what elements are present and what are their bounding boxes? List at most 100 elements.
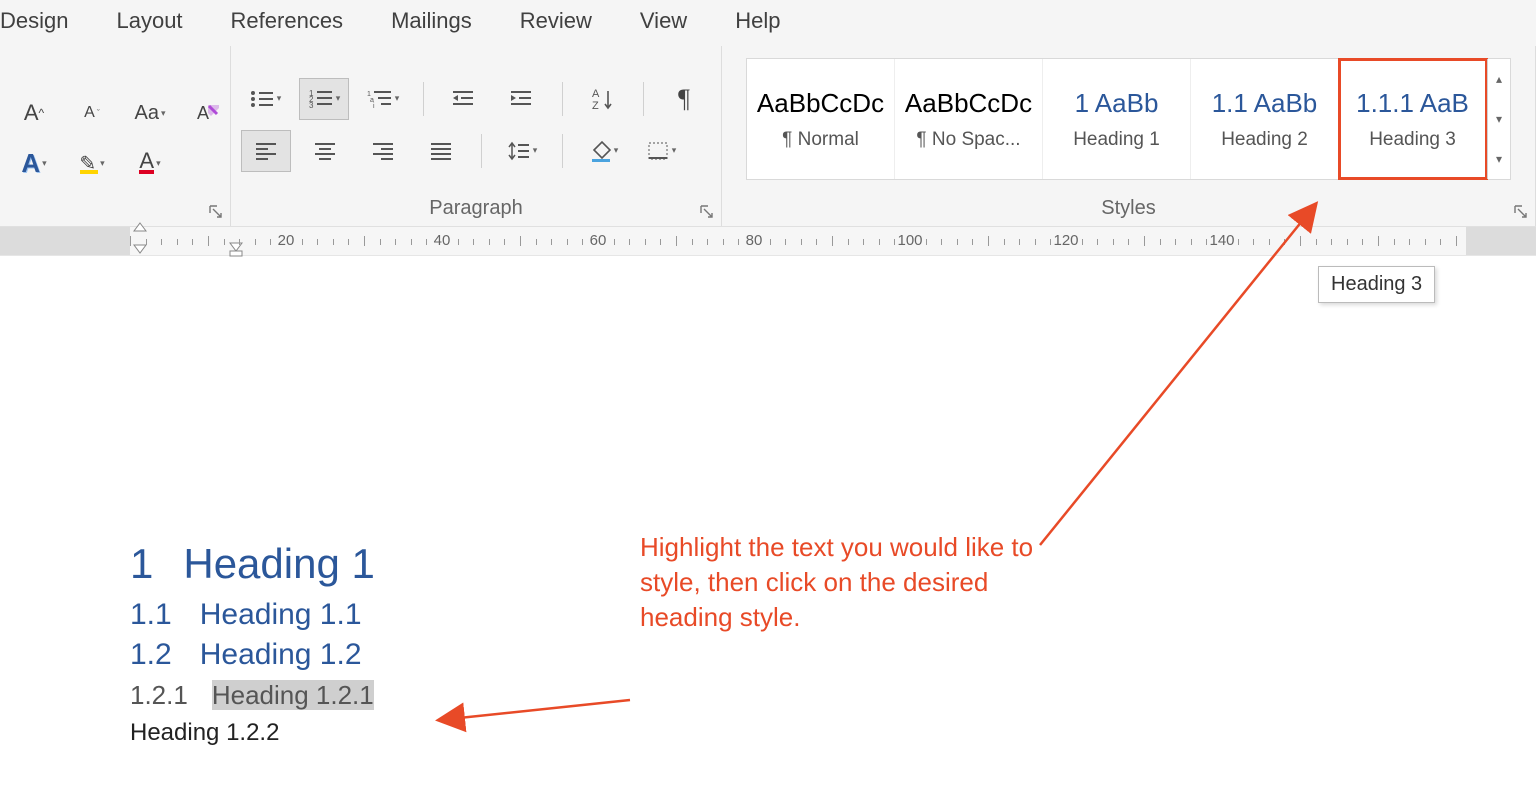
hanging-indent-marker-icon[interactable] [228,241,244,257]
tab-references[interactable]: References [231,8,344,34]
shrink-font-button[interactable]: Aˇ [68,93,116,133]
separator [423,82,424,116]
grow-font-button[interactable]: A^ [10,93,58,133]
font-color-button[interactable]: A▾ [126,143,174,183]
pilcrow-icon: ¶ [678,84,690,114]
style-name: Heading 1 [1073,129,1160,151]
group-font: A^ Aˇ Aa▾ A A▾ ✎▾ A▾ [0,46,231,226]
align-right-button[interactable] [359,131,407,171]
tab-review[interactable]: Review [520,8,592,34]
selected-text: Heading 1.2.1 [212,680,374,710]
ruler-number: 100 [897,232,922,249]
align-center-button[interactable] [301,131,349,171]
svg-text:A: A [592,88,600,100]
heading-number: 1.1 [130,598,172,631]
change-case-button[interactable]: Aa▾ [126,93,174,133]
style-preview: AaBbCcDc [905,88,1032,119]
numbering-icon: 123 [308,88,334,110]
styles-dialog-launcher-icon[interactable] [1513,204,1529,220]
styles-gallery-scroll: ▴ ▾ ▾ [1487,59,1510,179]
style-heading-3[interactable]: 1.1.1 AaB Heading 3 [1339,59,1487,179]
justify-button[interactable] [417,131,465,171]
align-right-icon [371,141,395,161]
justify-icon [429,141,453,161]
clear-formatting-button[interactable]: A [184,93,232,133]
indent-icon [509,88,535,110]
font-dialog-launcher-icon[interactable] [208,204,224,220]
style-normal[interactable]: AaBbCcDc ¶ Normal [747,59,895,179]
styles-group-label: Styles [732,197,1525,224]
ruler-number: 80 [746,232,763,249]
style-name: ¶ Normal [782,129,859,151]
bullets-icon [249,88,275,110]
heading-text: Heading 1.2 [200,638,362,671]
tab-help[interactable]: Help [735,8,780,34]
svg-text:Z: Z [592,100,599,111]
borders-icon [646,140,670,162]
increase-indent-button[interactable] [498,79,546,119]
horizontal-ruler[interactable]: 20406080100120140 [0,227,1536,256]
align-left-icon [254,141,278,161]
indent-marker-icon[interactable] [130,221,150,255]
separator [643,82,644,116]
line-spacing-button[interactable]: ▾ [498,131,546,171]
style-tooltip: Heading 3 [1318,266,1435,303]
line-spacing-icon [507,140,531,162]
decrease-indent-button[interactable] [440,79,488,119]
doc-heading-1-2-1-selected[interactable]: 1.2.1 Heading 1.2.1 [130,680,1536,711]
shading-button[interactable]: ▾ [579,131,627,171]
style-preview: 1.1.1 AaB [1356,88,1469,119]
multilevel-icon: 1ai [367,88,393,110]
show-paragraph-marks-button[interactable]: ¶ [660,79,708,119]
style-heading-1[interactable]: 1 AaBb Heading 1 [1043,59,1191,179]
heading-text: Heading 1 [183,540,374,587]
style-name: Heading 3 [1369,129,1456,151]
styles-scroll-up-button[interactable]: ▴ [1488,59,1510,99]
group-styles: AaBbCcDc ¶ Normal AaBbCcDc ¶ No Spac... … [722,46,1536,226]
svg-text:i: i [373,103,375,110]
separator [562,82,563,116]
multilevel-list-button[interactable]: 1ai▾ [359,79,407,119]
borders-button[interactable]: ▾ [637,131,685,171]
align-center-icon [313,141,337,161]
style-no-spacing[interactable]: AaBbCcDc ¶ No Spac... [895,59,1043,179]
tab-mailings[interactable]: Mailings [391,8,472,34]
styles-more-button[interactable]: ▾ [1488,139,1510,179]
tab-layout[interactable]: Layout [116,8,182,34]
highlight-color-button[interactable]: ✎▾ [68,143,116,183]
outdent-icon [451,88,477,110]
align-left-button[interactable] [241,130,291,172]
style-preview: 1 AaBb [1075,88,1159,119]
heading-text: Heading 1.1 [200,598,362,631]
heading-number: 1.2.1 [130,680,188,710]
ruler-number: 20 [278,232,295,249]
doc-body-text[interactable]: Heading 1.2.2 [130,719,1536,747]
paragraph-dialog-launcher-icon[interactable] [699,204,715,220]
sort-button[interactable]: AZ [579,79,627,119]
svg-text:A: A [197,103,209,123]
group-paragraph: ▾ 123▾ 1ai▾ AZ ¶ ▾ [231,46,722,226]
numbering-button[interactable]: 123▾ [299,78,349,120]
tab-view[interactable]: View [640,8,687,34]
styles-scroll-down-button[interactable]: ▾ [1488,99,1510,139]
style-preview: 1.1 AaBb [1212,88,1318,119]
ribbon-groups: A^ Aˇ Aa▾ A A▾ ✎▾ A▾ [0,46,1536,226]
ruler-number: 40 [434,232,451,249]
styles-gallery: AaBbCcDc ¶ Normal AaBbCcDc ¶ No Spac... … [746,58,1511,180]
style-name: Heading 2 [1221,129,1308,151]
separator [481,134,482,168]
ruler-number: 60 [590,232,607,249]
style-heading-2[interactable]: 1.1 AaBb Heading 2 [1191,59,1339,179]
tab-design[interactable]: Design [0,8,68,34]
sort-icon: AZ [592,87,614,111]
annotation-callout: Highlight the text you would like to sty… [640,530,1040,635]
paragraph-group-label: Paragraph [241,197,711,224]
separator [562,134,563,168]
bullets-button[interactable]: ▾ [241,79,289,119]
ribbon: Design Layout References Mailings Review… [0,0,1536,227]
text-effects-button[interactable]: A▾ [10,143,58,183]
ruler-left-margin [0,227,130,255]
doc-heading-1-2[interactable]: 1.2 Heading 1.2 [130,638,1536,672]
ribbon-tabs: Design Layout References Mailings Review… [0,0,1536,46]
heading-number: 1.2 [130,638,172,671]
